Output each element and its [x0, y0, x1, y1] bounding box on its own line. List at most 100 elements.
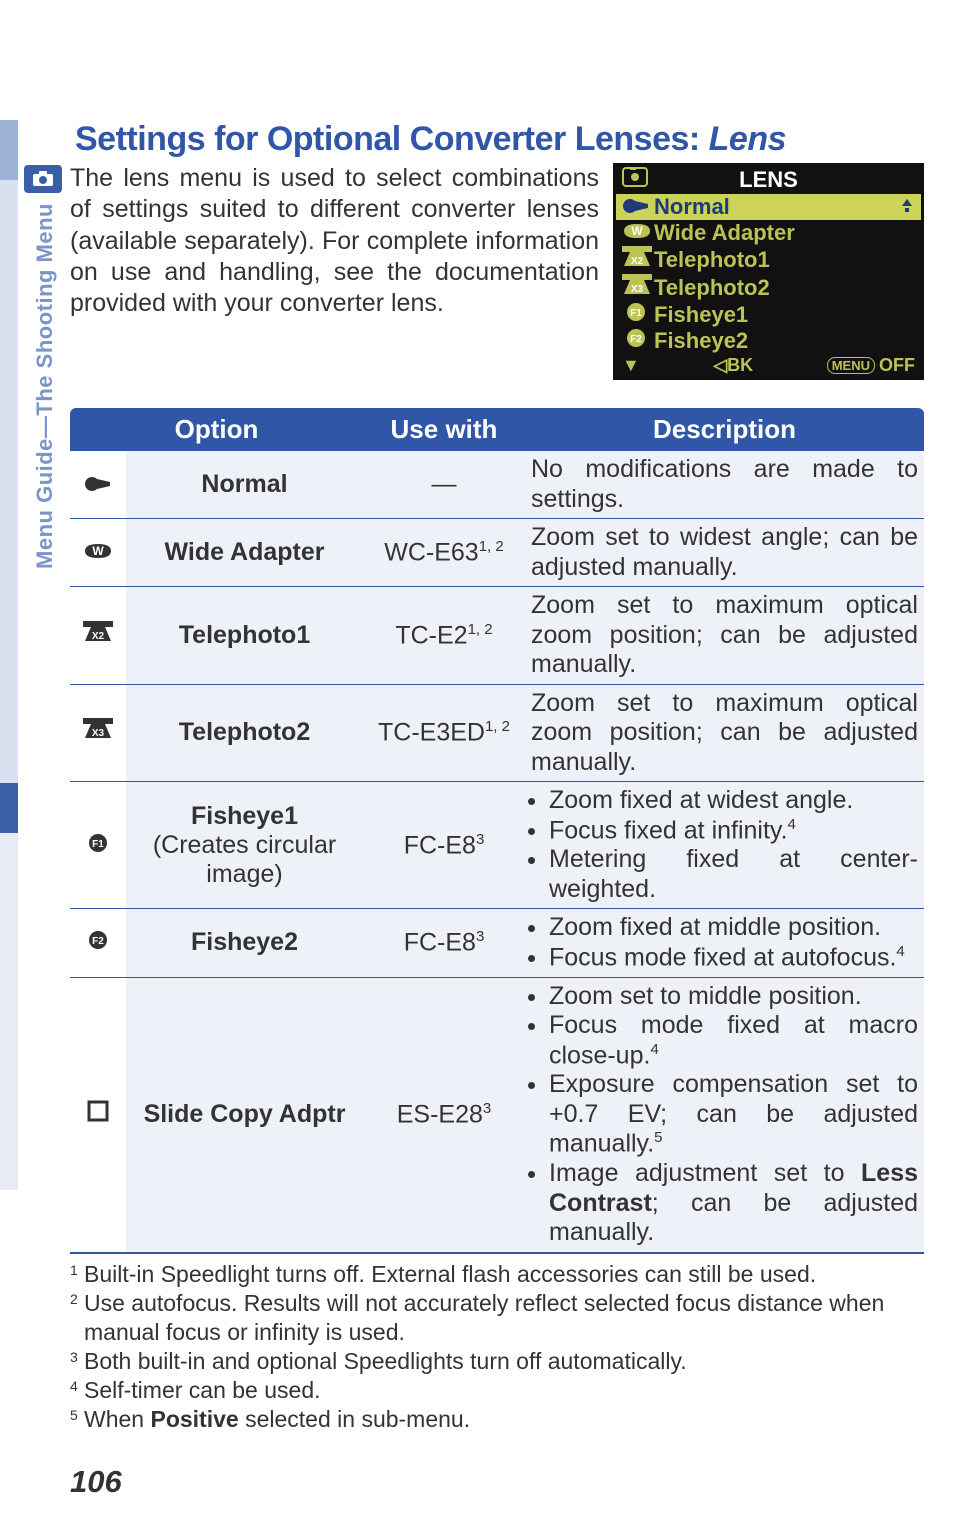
option-name: Wide Adapter: [126, 519, 363, 587]
lcd-menu-item: X3 Telephoto2: [616, 274, 921, 302]
footnote: 3Both built-in and optional Speedlights …: [70, 1347, 924, 1376]
SQ-icon: [70, 977, 126, 1253]
F1-icon: F1: [622, 302, 650, 328]
F2-icon: F2: [622, 328, 650, 354]
lcd-item-label: Fisheye2: [654, 328, 748, 354]
svg-text:X3: X3: [631, 284, 644, 295]
lens-icon: [70, 451, 126, 519]
camera-icon: [622, 167, 648, 193]
use-with-value: FC-E83: [363, 782, 525, 909]
option-name: Fisheye1(Creates circular image): [126, 782, 363, 909]
lcd-menu-item: F1 Fisheye1: [616, 302, 921, 328]
sidebar: Menu Guide—The Shooting Menu: [20, 163, 70, 1500]
camera-lcd-menu: LENS Normal W Wide Adapter X2 Telephoto1 X3 Te…: [613, 163, 924, 380]
selected-marker-icon: [899, 197, 915, 218]
down-arrow-icon: ▼: [622, 355, 640, 376]
option-name: Telephoto2: [126, 684, 363, 782]
lcd-off-label: OFF: [879, 355, 915, 376]
table-row: Normal—No modifications are made to sett…: [70, 451, 924, 519]
description-cell: Zoom set to maximum optical zoom positio…: [525, 684, 924, 782]
table-row: Slide Copy AdptrES-E283Zoom set to middl…: [70, 977, 924, 1253]
X3-icon: X3: [622, 274, 650, 302]
shooting-menu-icon: [24, 165, 62, 193]
lcd-title-bar: LENS: [616, 166, 921, 194]
table-row: F2Fisheye2FC-E83Zoom fixed at middle pos…: [70, 909, 924, 977]
description-cell: Zoom fixed at middle position.Focus mode…: [525, 909, 924, 977]
W-icon: W: [622, 220, 650, 246]
lcd-menu-item: W Wide Adapter: [616, 220, 921, 246]
lcd-item-label: Fisheye1: [654, 302, 748, 328]
description-cell: Zoom set to maximum optical zoom positio…: [525, 587, 924, 685]
svg-text:W: W: [631, 224, 643, 238]
svg-text:X3: X3: [92, 728, 105, 739]
th-option: Option: [70, 408, 363, 451]
heading-main: Settings for Optional Converter Lenses:: [75, 120, 709, 158]
lcd-item-label: Telephoto2: [654, 275, 770, 301]
description-bullet: Focus fixed at infinity.4: [549, 816, 918, 846]
lcd-menu-item: X2 Telephoto1: [616, 246, 921, 274]
svg-text:W: W: [92, 544, 104, 558]
table-row: X3 Telephoto2TC-E3ED1, 2Zoom set to maxim…: [70, 684, 924, 782]
use-with-value: TC-E21, 2: [363, 587, 525, 685]
description-cell: Zoom set to middle position.Focus mode f…: [525, 977, 924, 1253]
X2-icon: X2: [70, 587, 126, 685]
description-bullet: Focus mode fixed at macro close-up.4: [549, 1011, 918, 1070]
footnote: 4Self-timer can be used.: [70, 1376, 924, 1405]
lcd-item-label: Wide Adapter: [654, 220, 795, 246]
F2-icon: F2: [70, 909, 126, 977]
table-row: F1 Fisheye1(Creates circular image)FC-E83…: [70, 782, 924, 909]
footnote: 2Use autofocus. Results will not accurat…: [70, 1289, 924, 1347]
svg-text:F2: F2: [630, 334, 642, 345]
section-heading: Settings for Optional Converter Lenses: …: [75, 120, 924, 159]
menu-label: MENU: [827, 357, 875, 374]
description-bullet: Image adjustment set to Less Contrast; c…: [549, 1159, 918, 1248]
lcd-menu-item: F2 Fisheye2: [616, 328, 921, 354]
manual-page: Settings for Optional Converter Lenses: …: [0, 0, 954, 1540]
lcd-menu-item: Normal: [616, 194, 921, 220]
description-cell: Zoom set to widest angle; can be adjuste…: [525, 519, 924, 587]
svg-text:F1: F1: [92, 839, 104, 850]
lens-options-table: Option Use with Description Normal—No mo…: [70, 408, 924, 1254]
use-with-value: ES-E283: [363, 977, 525, 1253]
th-use-with: Use with: [363, 408, 525, 451]
description-bullet: Exposure compensation set to +0.7 EV; ca…: [549, 1070, 918, 1159]
lcd-item-label: Telephoto1: [654, 247, 770, 273]
description-bullet: Zoom set to middle position.: [549, 982, 918, 1012]
X2-icon: X2: [622, 246, 650, 274]
description-bullet: Metering fixed at center-weighted.: [549, 845, 918, 904]
sidebar-section-label: Menu Guide—The Shooting Menu: [32, 203, 58, 569]
description-bullet: Zoom fixed at middle position.: [549, 913, 918, 943]
lcd-title: LENS: [739, 167, 798, 192]
option-name: Fisheye2: [126, 909, 363, 977]
use-with-value: TC-E3ED1, 2: [363, 684, 525, 782]
page-number: 106: [70, 1464, 924, 1500]
X3-icon: X3: [70, 684, 126, 782]
lcd-item-label: Normal: [654, 194, 730, 220]
th-description: Description: [525, 408, 924, 451]
W-icon: W: [70, 519, 126, 587]
use-with-value: —: [363, 451, 525, 519]
footnote: 5When Positive selected in sub-menu.: [70, 1405, 924, 1434]
description-bullet: Zoom fixed at widest angle.: [549, 786, 918, 816]
svg-text:X2: X2: [92, 631, 105, 642]
F1-icon: F1: [70, 782, 126, 909]
svg-text:X2: X2: [631, 256, 644, 267]
svg-text:F1: F1: [630, 308, 642, 319]
lcd-back-label: ◁BK: [640, 355, 827, 376]
intro-paragraph: The lens menu is used to select combinat…: [70, 163, 603, 380]
footnote: 1Built-in Speedlight turns off. External…: [70, 1260, 924, 1289]
use-with-value: WC-E631, 2: [363, 519, 525, 587]
description-cell: No modifications are made to settings.: [525, 451, 924, 519]
description-bullet: Focus mode fixed at autofocus.4: [549, 943, 918, 973]
table-row: W Wide AdapterWC-E631, 2Zoom set to wides…: [70, 519, 924, 587]
table-row: X2 Telephoto1TC-E21, 2Zoom set to maximum…: [70, 587, 924, 685]
description-cell: Zoom fixed at widest angle.Focus fixed a…: [525, 782, 924, 909]
svg-text:F2: F2: [92, 936, 104, 947]
option-name: Normal: [126, 451, 363, 519]
use-with-value: FC-E83: [363, 909, 525, 977]
option-name: Telephoto1: [126, 587, 363, 685]
option-name: Slide Copy Adptr: [126, 977, 363, 1253]
heading-italic: Lens: [709, 120, 786, 158]
lens-icon: [622, 194, 650, 220]
footnotes: 1Built-in Speedlight turns off. External…: [70, 1260, 924, 1434]
